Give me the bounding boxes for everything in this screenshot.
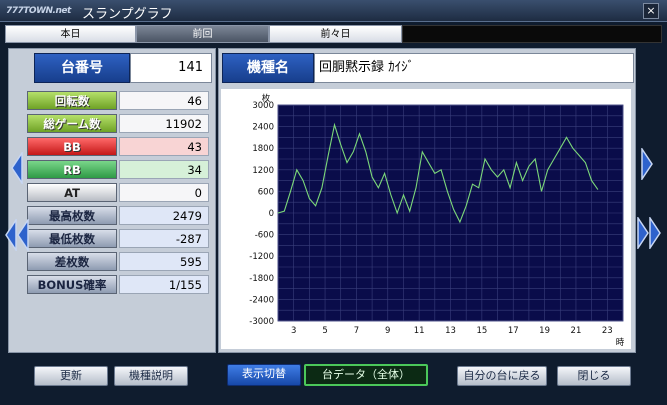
stat-row: BB 43 bbox=[27, 135, 209, 158]
stat-value: 0 bbox=[119, 183, 209, 202]
tab-today[interactable]: 本日 bbox=[5, 25, 136, 43]
stat-row: AT 0 bbox=[27, 181, 209, 204]
window-title: スランプグラフ bbox=[82, 7, 173, 22]
close-icon[interactable]: × bbox=[643, 3, 659, 19]
stats-list: 回転数 46 総ゲーム数 11902 BB 43 RB 34 AT 0 最高枚数 2479 … bbox=[27, 89, 209, 296]
display-toggle-button[interactable]: 表示切替 bbox=[227, 364, 301, 386]
update-button[interactable]: 更新 bbox=[34, 366, 108, 386]
next-machine-arrow-icon[interactable] bbox=[640, 146, 654, 182]
title-bar: 777TOWN.net スランプグラフ × bbox=[0, 0, 667, 22]
stat-row: 差枚数 595 bbox=[27, 250, 209, 273]
x-tick-label: 19 bbox=[539, 326, 550, 336]
stat-value: 46 bbox=[119, 91, 209, 110]
y-tick-label: 1200 bbox=[252, 166, 274, 176]
stat-row: BONUS確率 1/155 bbox=[27, 273, 209, 296]
stat-label: 最低枚数 bbox=[27, 229, 117, 248]
y-tick-label: 1800 bbox=[252, 144, 274, 154]
stat-label: 最高枚数 bbox=[27, 206, 117, 225]
stat-value: 11902 bbox=[119, 114, 209, 133]
tab-day-before[interactable]: 前々日 bbox=[269, 25, 402, 43]
stat-label: RB bbox=[27, 160, 117, 179]
x-tick-label: 17 bbox=[508, 326, 519, 336]
y-tick-label: 600 bbox=[258, 187, 274, 197]
stat-label: AT bbox=[27, 183, 117, 202]
stat-value: 43 bbox=[119, 137, 209, 156]
x-tick-label: 9 bbox=[385, 326, 390, 336]
machine-name-label: 機種名 bbox=[222, 53, 314, 83]
y-axis-label: 枚 bbox=[262, 93, 271, 104]
x-tick-label: 11 bbox=[414, 326, 425, 336]
stat-value: 34 bbox=[119, 160, 209, 179]
tab-filler bbox=[402, 25, 662, 43]
x-tick-label: 13 bbox=[445, 326, 456, 336]
tab-previous[interactable]: 前回 bbox=[136, 25, 269, 43]
return-self-button[interactable]: 自分の台に戻る bbox=[457, 366, 547, 386]
y-tick-label: 2400 bbox=[252, 123, 274, 133]
x-tick-label: 5 bbox=[322, 326, 327, 336]
x-tick-label: 15 bbox=[476, 326, 487, 336]
stat-row: 最高枚数 2479 bbox=[27, 204, 209, 227]
stat-row: 最低枚数 -287 bbox=[27, 227, 209, 250]
stat-label: BB bbox=[27, 137, 117, 156]
stat-label: 回転数 bbox=[27, 91, 117, 110]
y-tick-label: 0 bbox=[269, 209, 274, 219]
y-tick-label: -3000 bbox=[249, 317, 274, 327]
machine-number-value: 141 bbox=[130, 53, 212, 83]
stat-value: 595 bbox=[119, 252, 209, 271]
y-tick-label: -1200 bbox=[249, 252, 274, 262]
prev-machine-arrow-icon[interactable] bbox=[10, 150, 24, 186]
x-axis-label: 時 bbox=[616, 338, 625, 348]
stat-row: 総ゲーム数 11902 bbox=[27, 112, 209, 135]
stat-value: 2479 bbox=[119, 206, 209, 225]
data-mode-button[interactable]: 台データ（全体） bbox=[304, 364, 428, 386]
x-tick-label: 7 bbox=[354, 326, 359, 336]
slump-graph: 3000 2400 1800 1200 600 0 -600 -1200 -1800 -2400-… bbox=[221, 89, 631, 349]
stat-label: 差枚数 bbox=[27, 252, 117, 271]
close-button[interactable]: 閉じる bbox=[557, 366, 631, 386]
stat-row: 回転数 46 bbox=[27, 89, 209, 112]
brand-logo: 777TOWN.net bbox=[6, 6, 71, 16]
y-tick-label: -600 bbox=[255, 231, 274, 241]
slump-graph-svg: 30002400180012006000-600-1200-1800-2400-… bbox=[221, 89, 631, 349]
x-tick-label: 21 bbox=[571, 326, 582, 336]
machine-name-value: 回胴黙示録 ｶｲｼﾞ bbox=[314, 53, 634, 83]
stat-label: 総ゲーム数 bbox=[27, 114, 117, 133]
next-fast-arrow-icon[interactable] bbox=[636, 215, 662, 251]
y-tick-label: -2400 bbox=[249, 295, 274, 305]
stat-value: 1/155 bbox=[119, 275, 209, 294]
x-tick-label: 23 bbox=[602, 326, 613, 336]
date-tabs: 本日 前回 前々日 bbox=[5, 25, 662, 43]
stat-label: BONUS確率 bbox=[27, 275, 117, 294]
stat-row: RB 34 bbox=[27, 158, 209, 181]
stat-value: -287 bbox=[119, 229, 209, 248]
machine-number-label: 台番号 bbox=[34, 53, 130, 83]
y-tick-label: -1800 bbox=[249, 274, 274, 284]
machine-info-button[interactable]: 機種説明 bbox=[114, 366, 188, 386]
prev-fast-arrow-icon[interactable] bbox=[4, 217, 30, 253]
x-tick-label: 3 bbox=[291, 326, 296, 336]
